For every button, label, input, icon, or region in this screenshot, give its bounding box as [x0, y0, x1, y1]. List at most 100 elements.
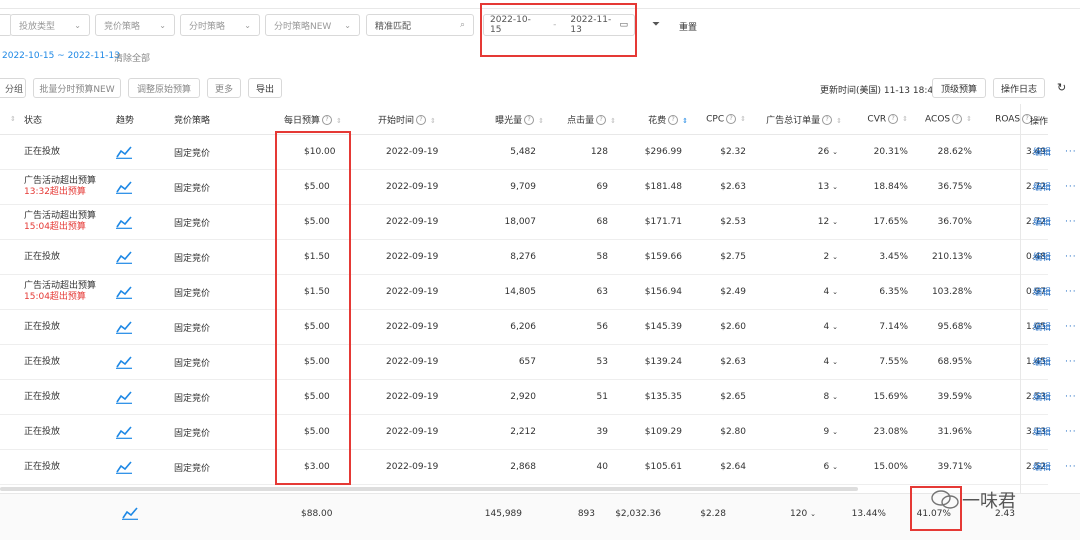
edit-link[interactable]: 编辑	[1033, 390, 1051, 403]
trend-chart-icon[interactable]	[122, 506, 138, 520]
more-icon[interactable]: ···	[1065, 147, 1077, 157]
orders-cell[interactable]: 6 ⌄	[752, 449, 848, 485]
more-icon[interactable]: ···	[1065, 182, 1077, 192]
header-impressions[interactable]: 曝光量? ⇕	[464, 104, 550, 135]
orders-cell[interactable]: 13 ⌄	[752, 169, 848, 205]
edit-link[interactable]: 编辑	[1033, 460, 1051, 473]
trend-chart-icon[interactable]	[110, 449, 168, 485]
cvr: 23.08%	[848, 414, 914, 450]
more-icon[interactable]: ···	[1065, 287, 1077, 297]
header-daily-budget[interactable]: 每日预算? ⇕	[278, 104, 372, 135]
sort-icon[interactable]: ⇕	[610, 117, 616, 125]
group-button[interactable]: 分组	[0, 78, 26, 98]
top-budget-button[interactable]: 顶级预算	[932, 78, 986, 98]
adjust-original-budget-button[interactable]: 调整原始预算	[128, 78, 200, 98]
trend-chart-icon[interactable]	[110, 134, 168, 170]
total-clicks: 893	[577, 509, 595, 519]
header-cpc[interactable]: CPC? ⇕	[694, 104, 752, 135]
more-icon[interactable]: ···	[1065, 357, 1077, 367]
more-icon[interactable]: ···	[1065, 322, 1077, 332]
sort-icon[interactable]: ⇕	[538, 117, 544, 125]
edit-link[interactable]: 编辑	[1033, 145, 1051, 158]
edit-link[interactable]: 编辑	[1033, 180, 1051, 193]
header-start-time[interactable]: 开始时间? ⇕	[372, 104, 464, 135]
header-bidding: 竞价策略	[168, 104, 278, 135]
sort-icon[interactable]: ⇕	[336, 117, 342, 125]
operation-log-button[interactable]: 操作日志	[993, 78, 1045, 98]
impressions: 6,206	[464, 309, 550, 345]
trend-chart-icon[interactable]	[110, 414, 168, 450]
acos: 28.62%	[914, 134, 978, 170]
more-icon[interactable]: ···	[1065, 392, 1077, 402]
sort-icon[interactable]: ⇕	[966, 115, 972, 123]
orders-cell[interactable]: 26 ⌄	[752, 134, 848, 170]
edit-link[interactable]: 编辑	[1033, 250, 1051, 263]
cpc: $2.65	[694, 379, 752, 415]
orders: 2	[823, 252, 830, 262]
edit-link[interactable]: 编辑	[1033, 320, 1051, 333]
match-type-search-input[interactable]: 精准匹配 ⌕	[366, 14, 474, 36]
sort-icon[interactable]: ⇕	[430, 117, 436, 125]
export-button[interactable]: 导出	[248, 78, 282, 98]
start-time: 2022-09-19	[372, 414, 464, 450]
orders-cell[interactable]: 8 ⌄	[752, 379, 848, 415]
status-text: 正在投放	[24, 321, 61, 332]
bidding-strategy-select[interactable]: 竞价策略 ⌄	[95, 14, 175, 36]
trend-chart-icon[interactable]	[110, 204, 168, 240]
row-operations: 编辑 ···	[1021, 274, 1080, 309]
watermark-text: 一味君	[962, 491, 1016, 512]
header-sort-stub[interactable]: ⇕	[0, 104, 18, 135]
header-clicks[interactable]: 点击量? ⇕	[550, 104, 622, 135]
sort-icon[interactable]: ⇕	[740, 115, 746, 123]
edit-link[interactable]: 编辑	[1033, 425, 1051, 438]
impressions: 8,276	[464, 239, 550, 275]
placement-type-select[interactable]: 投放类型 ⌄	[10, 14, 90, 36]
filter-funnel-icon[interactable]: ⏷	[652, 19, 660, 30]
trend-chart-icon[interactable]	[110, 344, 168, 380]
trend-chart-icon[interactable]	[110, 274, 168, 310]
more-icon[interactable]: ···	[1065, 462, 1077, 472]
more-icon[interactable]: ···	[1065, 427, 1077, 437]
header-orders[interactable]: 广告总订单量? ⇕	[752, 104, 848, 135]
orders: 6	[823, 462, 830, 472]
edit-link[interactable]: 编辑	[1033, 215, 1051, 228]
acos: 39.71%	[914, 449, 978, 485]
orders-cell[interactable]: 4 ⌄	[752, 309, 848, 345]
orders-cell[interactable]: 9 ⌄	[752, 414, 848, 450]
trend-chart-icon[interactable]	[110, 239, 168, 275]
cpc: $2.63	[694, 344, 752, 380]
timeshare-new-select[interactable]: 分时策略NEW ⌄	[265, 14, 360, 36]
row-stub	[0, 414, 18, 450]
chat-bubble-icon	[931, 490, 959, 509]
batch-time-budget-button[interactable]: 批量分时预算NEW	[33, 78, 121, 98]
header-cvr[interactable]: CVR? ⇕	[848, 104, 914, 135]
table-row: 正在投放 固定竞价 $10.00 2022-09-19 5,482 128 $296.99 $…	[0, 134, 1048, 170]
cvr: 15.00%	[848, 449, 914, 485]
orders-cell[interactable]: 4 ⌄	[752, 274, 848, 310]
group-button-label: 分组	[4, 84, 23, 95]
more-icon[interactable]: ···	[1065, 252, 1077, 262]
edit-link[interactable]: 编辑	[1033, 285, 1051, 298]
header-spend[interactable]: 花费? ⇕	[622, 104, 694, 135]
more-button[interactable]: 更多	[207, 78, 241, 98]
sort-icon[interactable]: ⇕	[902, 115, 908, 123]
cvr: 20.31%	[848, 134, 914, 170]
sort-icon[interactable]: ⇕	[836, 117, 842, 125]
header-acos[interactable]: ACOS? ⇕	[914, 104, 978, 135]
sort-desc-icon[interactable]: ⇕	[682, 117, 688, 125]
orders-cell[interactable]: 4 ⌄	[752, 344, 848, 380]
orders-cell[interactable]: 2 ⌄	[752, 239, 848, 275]
edit-link[interactable]: 编辑	[1033, 355, 1051, 368]
reset-button[interactable]: 重置	[679, 20, 697, 33]
refresh-icon[interactable]: ↻	[1057, 81, 1066, 94]
total-orders[interactable]: 120 ⌄	[790, 509, 816, 519]
trend-chart-icon[interactable]	[110, 379, 168, 415]
orders-cell[interactable]: 12 ⌄	[752, 204, 848, 240]
more-icon[interactable]: ···	[1065, 217, 1077, 227]
trend-chart-icon[interactable]	[110, 309, 168, 345]
timeshare-strategy-select[interactable]: 分时策略 ⌄	[180, 14, 260, 36]
trend-chart-icon[interactable]	[110, 169, 168, 205]
horizontal-scrollbar[interactable]	[0, 487, 858, 491]
clicks: 53	[550, 344, 622, 380]
clear-all-link[interactable]: 清除全部	[114, 51, 150, 64]
